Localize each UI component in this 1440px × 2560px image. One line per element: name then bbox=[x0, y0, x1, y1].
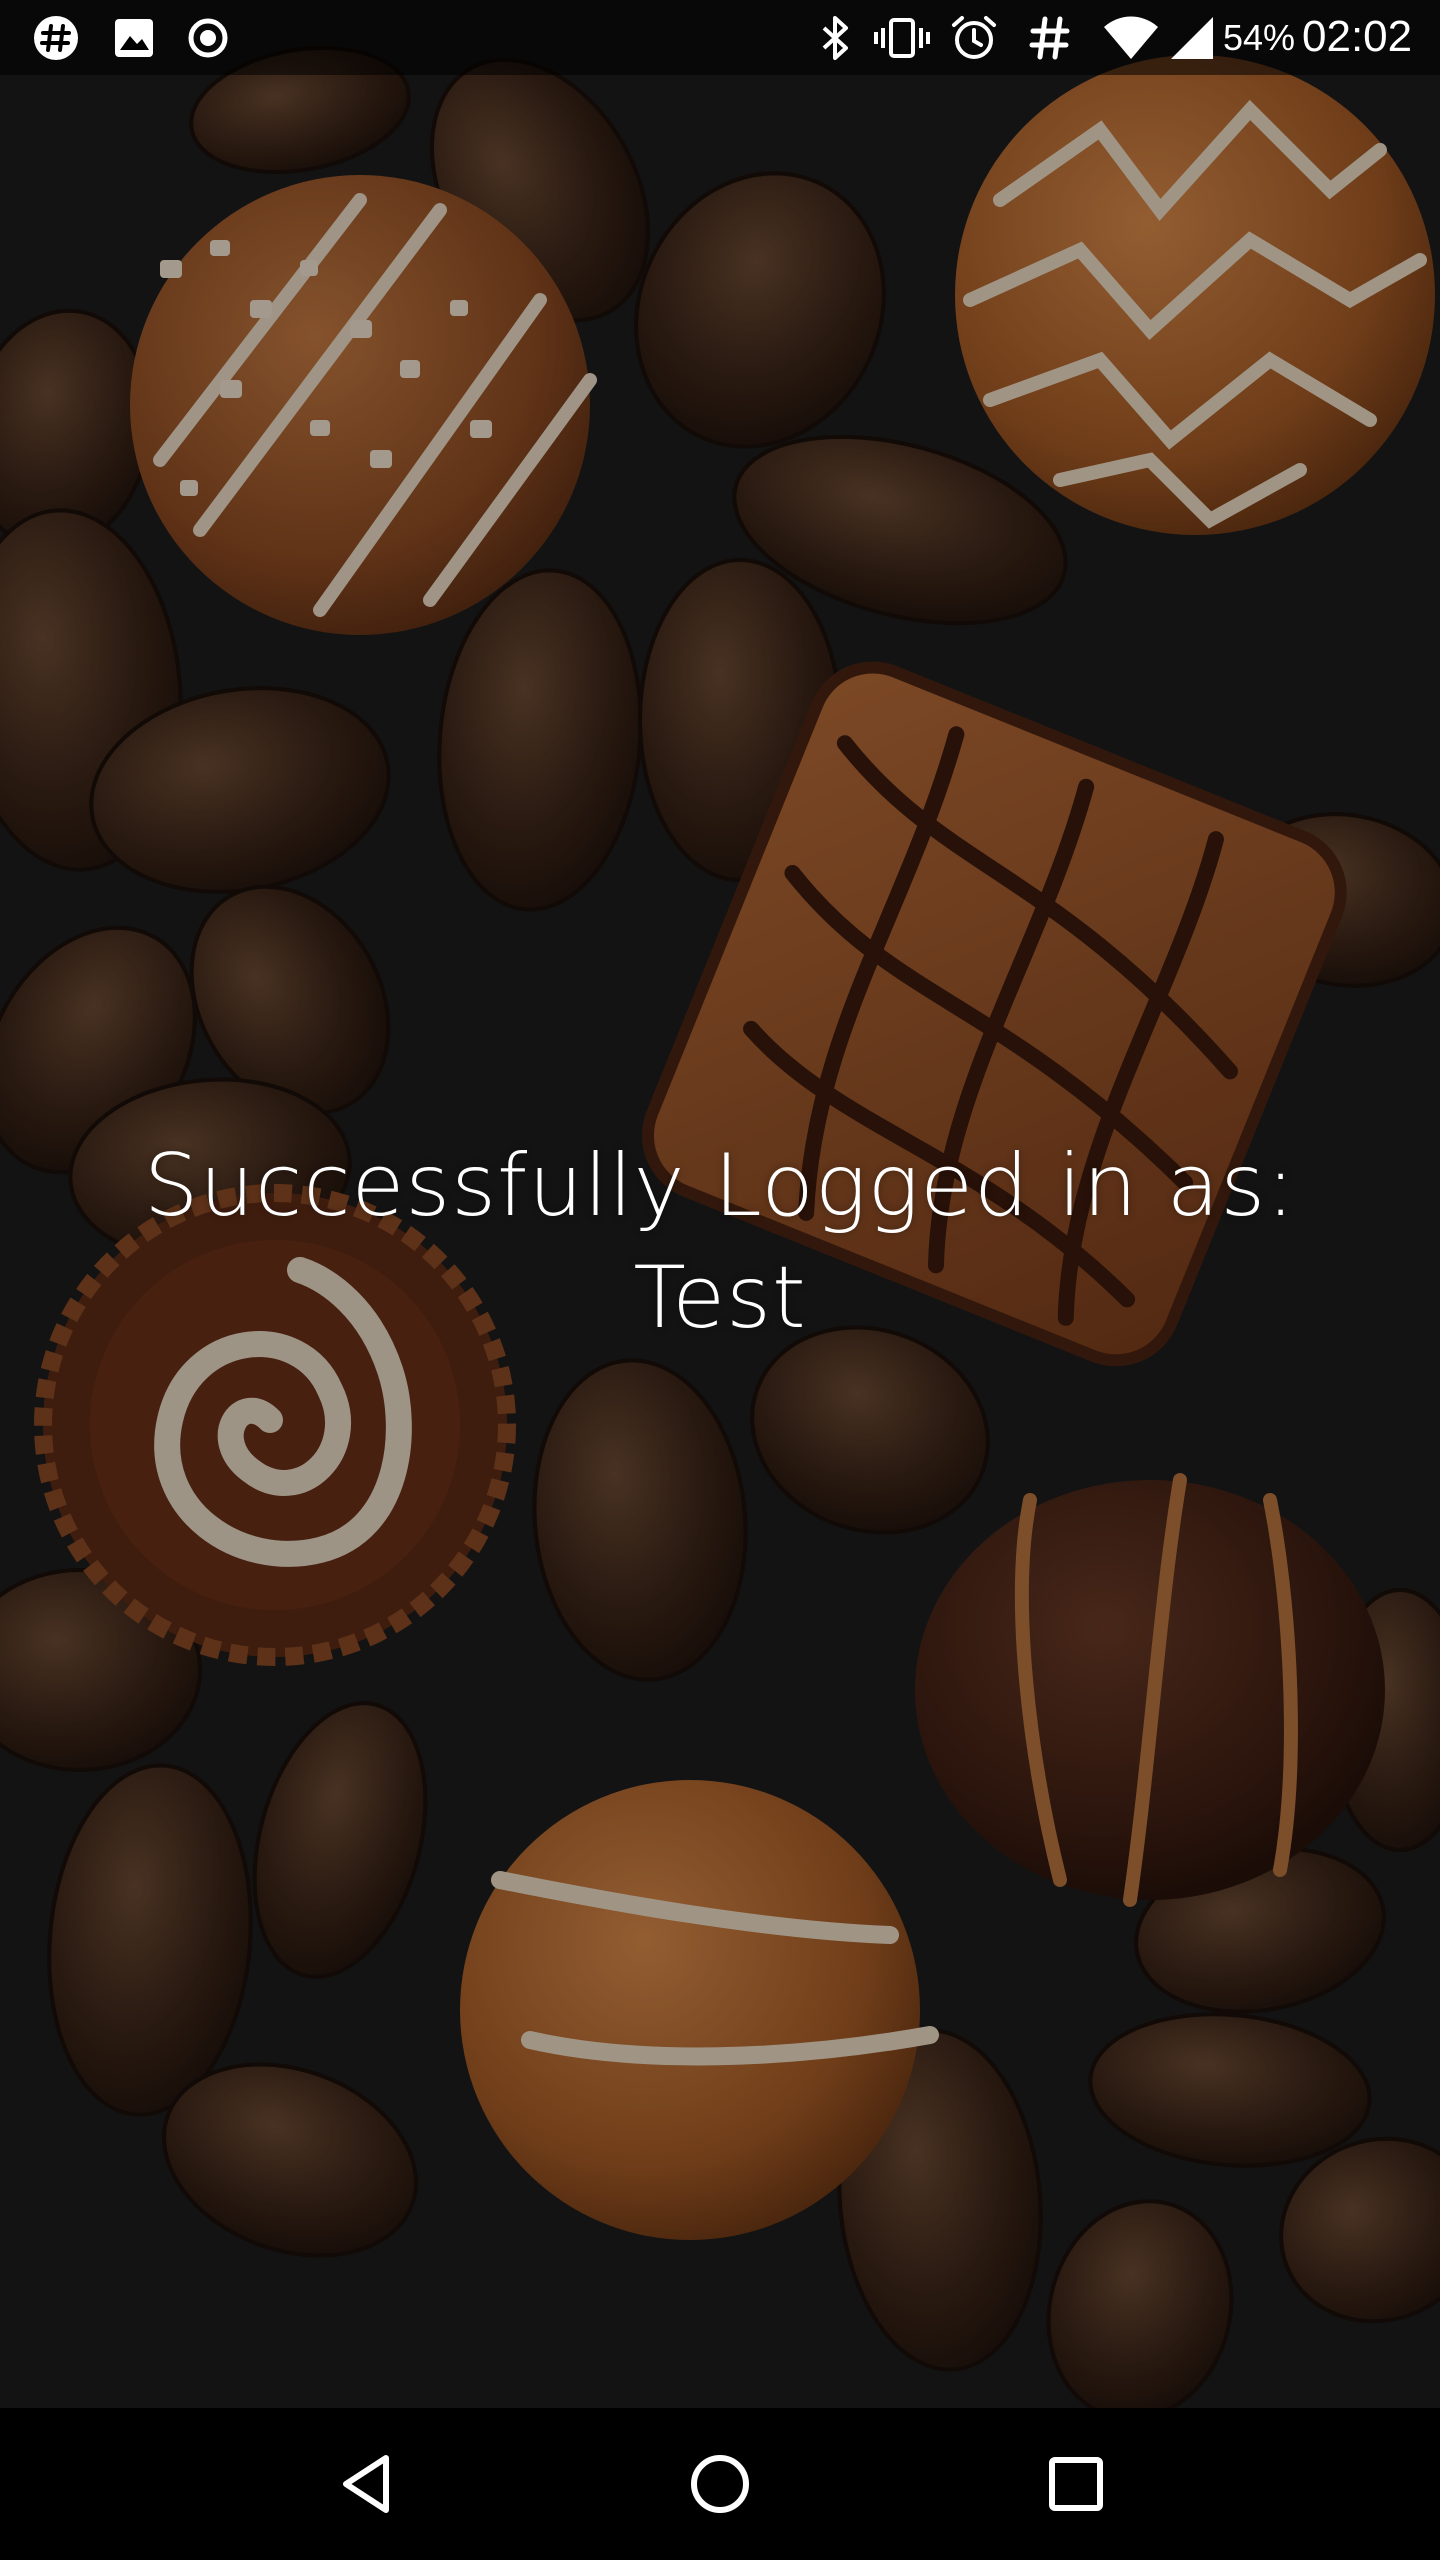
battery-percent: 54% bbox=[1223, 17, 1296, 58]
login-success-message: Successfully Logged in as: Test bbox=[0, 1130, 1440, 1354]
image-icon bbox=[108, 12, 160, 64]
home-button[interactable] bbox=[670, 2434, 770, 2534]
recents-icon bbox=[1049, 2457, 1103, 2511]
signal-icon bbox=[1166, 12, 1218, 64]
back-button[interactable] bbox=[318, 2434, 418, 2534]
screen: 54% 02:02 Successfully Logged in as: Tes… bbox=[0, 0, 1440, 2560]
home-icon bbox=[691, 2455, 749, 2513]
recents-button[interactable] bbox=[1026, 2434, 1126, 2534]
logged-in-username: Test bbox=[633, 1248, 807, 1348]
bluetooth-icon bbox=[812, 12, 860, 64]
hashtag-icon bbox=[1024, 12, 1076, 64]
navigation-bar bbox=[0, 2408, 1440, 2560]
back-icon bbox=[343, 2455, 389, 2513]
hashtag-app-icon bbox=[28, 12, 84, 64]
login-success-text: Successfully Logged in as: bbox=[143, 1136, 1297, 1236]
status-bar: 54% 02:02 bbox=[0, 0, 1440, 75]
wifi-icon bbox=[1100, 12, 1162, 64]
clock: 02:02 bbox=[1302, 12, 1413, 61]
vibrate-icon bbox=[872, 12, 932, 64]
record-icon bbox=[182, 12, 234, 64]
alarm-icon bbox=[946, 12, 1002, 64]
